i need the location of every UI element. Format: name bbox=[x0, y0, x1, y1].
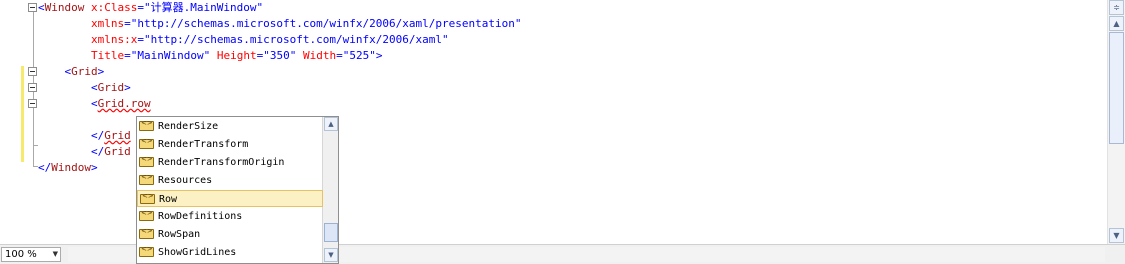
code-token: Grid bbox=[104, 129, 131, 142]
code-token: xmlns bbox=[90, 17, 125, 30]
code-token: "http://schemas.microsoft.com/winfx/2006… bbox=[130, 17, 522, 30]
code-token: = bbox=[124, 17, 131, 30]
code-line[interactable]: </Grid bbox=[38, 128, 131, 144]
property-icon bbox=[139, 119, 154, 131]
property-icon bbox=[139, 155, 154, 167]
fold-window-icon[interactable] bbox=[28, 3, 37, 12]
code-token: > bbox=[375, 49, 383, 62]
chevron-down-icon[interactable]: ▼ bbox=[53, 248, 58, 261]
scroll-up-icon[interactable]: ▲ bbox=[1109, 16, 1124, 31]
code-token: = bbox=[137, 1, 144, 14]
completion-item[interactable]: RenderTransform bbox=[137, 136, 323, 153]
code-token: < bbox=[38, 1, 45, 14]
scroll-thumb[interactable] bbox=[1109, 32, 1124, 144]
code-token: Width bbox=[296, 49, 337, 62]
completion-item-label: ShowGridLines bbox=[158, 247, 237, 258]
completion-item-label: Row bbox=[159, 194, 178, 205]
code-token: Grid bbox=[104, 145, 131, 158]
zoom-value: 100 % bbox=[5, 249, 37, 260]
code-token: Window bbox=[51, 161, 91, 174]
code-token: Grid bbox=[71, 65, 98, 78]
property-icon bbox=[140, 192, 155, 204]
code-line[interactable]: <Window x:Class="计算器.MainWindow" bbox=[38, 0, 263, 16]
completion-item[interactable]: RenderTransformOrigin bbox=[137, 154, 323, 171]
code-token: = bbox=[137, 33, 144, 46]
completion-item-label: RenderTransformOrigin bbox=[158, 157, 285, 168]
code-line[interactable]: Title="MainWindow" Height="350" Width="5… bbox=[38, 48, 382, 64]
property-icon bbox=[139, 209, 154, 221]
scroll-up-icon[interactable]: ▲ bbox=[324, 117, 338, 131]
zoom-dropdown[interactable]: 100 % ▼ bbox=[1, 247, 61, 262]
code-token: < bbox=[90, 81, 98, 94]
code-token: = bbox=[336, 49, 343, 62]
code-token: Grid bbox=[97, 81, 125, 94]
code-token: x:Class bbox=[84, 1, 138, 14]
code-token: "350" bbox=[263, 49, 297, 62]
code-token: "http://schemas.microsoft.com/winfx/2006… bbox=[143, 33, 449, 46]
code-token: </ bbox=[90, 145, 105, 158]
code-token: Window bbox=[44, 1, 85, 14]
completion-item-label: RenderSize bbox=[158, 121, 219, 132]
property-icon bbox=[139, 245, 154, 257]
code-token: = bbox=[124, 49, 131, 62]
code-token: > bbox=[91, 161, 98, 174]
code-token: < bbox=[90, 97, 98, 110]
code-line[interactable]: xmlns:x="http://schemas.microsoft.com/wi… bbox=[38, 32, 449, 48]
code-line[interactable]: </Window> bbox=[38, 160, 98, 176]
scroll-down-icon[interactable]: ▼ bbox=[324, 248, 338, 262]
completion-item-label: RowDefinitions bbox=[158, 211, 243, 222]
code-token: Grid.row bbox=[97, 97, 151, 110]
fold-grid-inner-icon[interactable] bbox=[28, 83, 37, 92]
completion-list[interactable]: ▲ ▼ RenderSize RenderTransform RenderTrans… bbox=[136, 116, 339, 264]
completion-item[interactable]: ShowGridLines bbox=[137, 244, 323, 261]
vertical-scrollbar[interactable]: ≑ ▲ ▼ bbox=[1107, 0, 1125, 244]
code-token: > bbox=[124, 81, 131, 94]
completion-item[interactable]: RowDefinitions bbox=[137, 208, 323, 225]
code-token: xmlns:x bbox=[90, 33, 138, 46]
code-token: Title bbox=[90, 49, 125, 62]
code-token: "计算器.MainWindow" bbox=[143, 1, 264, 14]
completion-item[interactable]: Row bbox=[137, 190, 323, 207]
completion-item[interactable]: RowSpan bbox=[137, 226, 323, 243]
property-icon bbox=[139, 137, 154, 149]
property-icon bbox=[139, 173, 154, 185]
code-line[interactable]: <Grid> bbox=[38, 80, 131, 96]
code-token: Height bbox=[210, 49, 257, 62]
code-line[interactable]: <Grid> bbox=[38, 64, 105, 80]
scroll-down-icon[interactable]: ▼ bbox=[1109, 228, 1124, 243]
code-token: </ bbox=[90, 129, 105, 142]
code-token: > bbox=[97, 65, 105, 78]
code-line[interactable]: </Grid bbox=[38, 144, 131, 160]
code-token: </ bbox=[38, 161, 52, 174]
completion-item-label: RowSpan bbox=[158, 229, 201, 240]
code-line[interactable]: <Grid.row bbox=[38, 96, 151, 112]
completion-item-label: RenderTransform bbox=[158, 139, 249, 150]
fold-grid-outer-icon[interactable] bbox=[28, 67, 37, 76]
completion-scrollbar[interactable]: ▲ ▼ bbox=[322, 117, 338, 263]
change-marker bbox=[21, 66, 24, 162]
code-token: "MainWindow" bbox=[130, 49, 211, 62]
fold-grid-row-icon[interactable] bbox=[28, 99, 37, 108]
code-line[interactable]: xmlns="http://schemas.microsoft.com/winf… bbox=[38, 16, 521, 32]
completion-item[interactable]: Resources bbox=[137, 172, 323, 189]
code-token: "525" bbox=[342, 49, 376, 62]
completion-item-label: Resources bbox=[158, 175, 213, 186]
split-view-icon[interactable]: ≑ bbox=[1109, 0, 1124, 15]
property-icon bbox=[139, 227, 154, 239]
scroll-thumb[interactable] bbox=[324, 223, 338, 242]
completion-item[interactable]: RenderSize bbox=[137, 118, 323, 135]
